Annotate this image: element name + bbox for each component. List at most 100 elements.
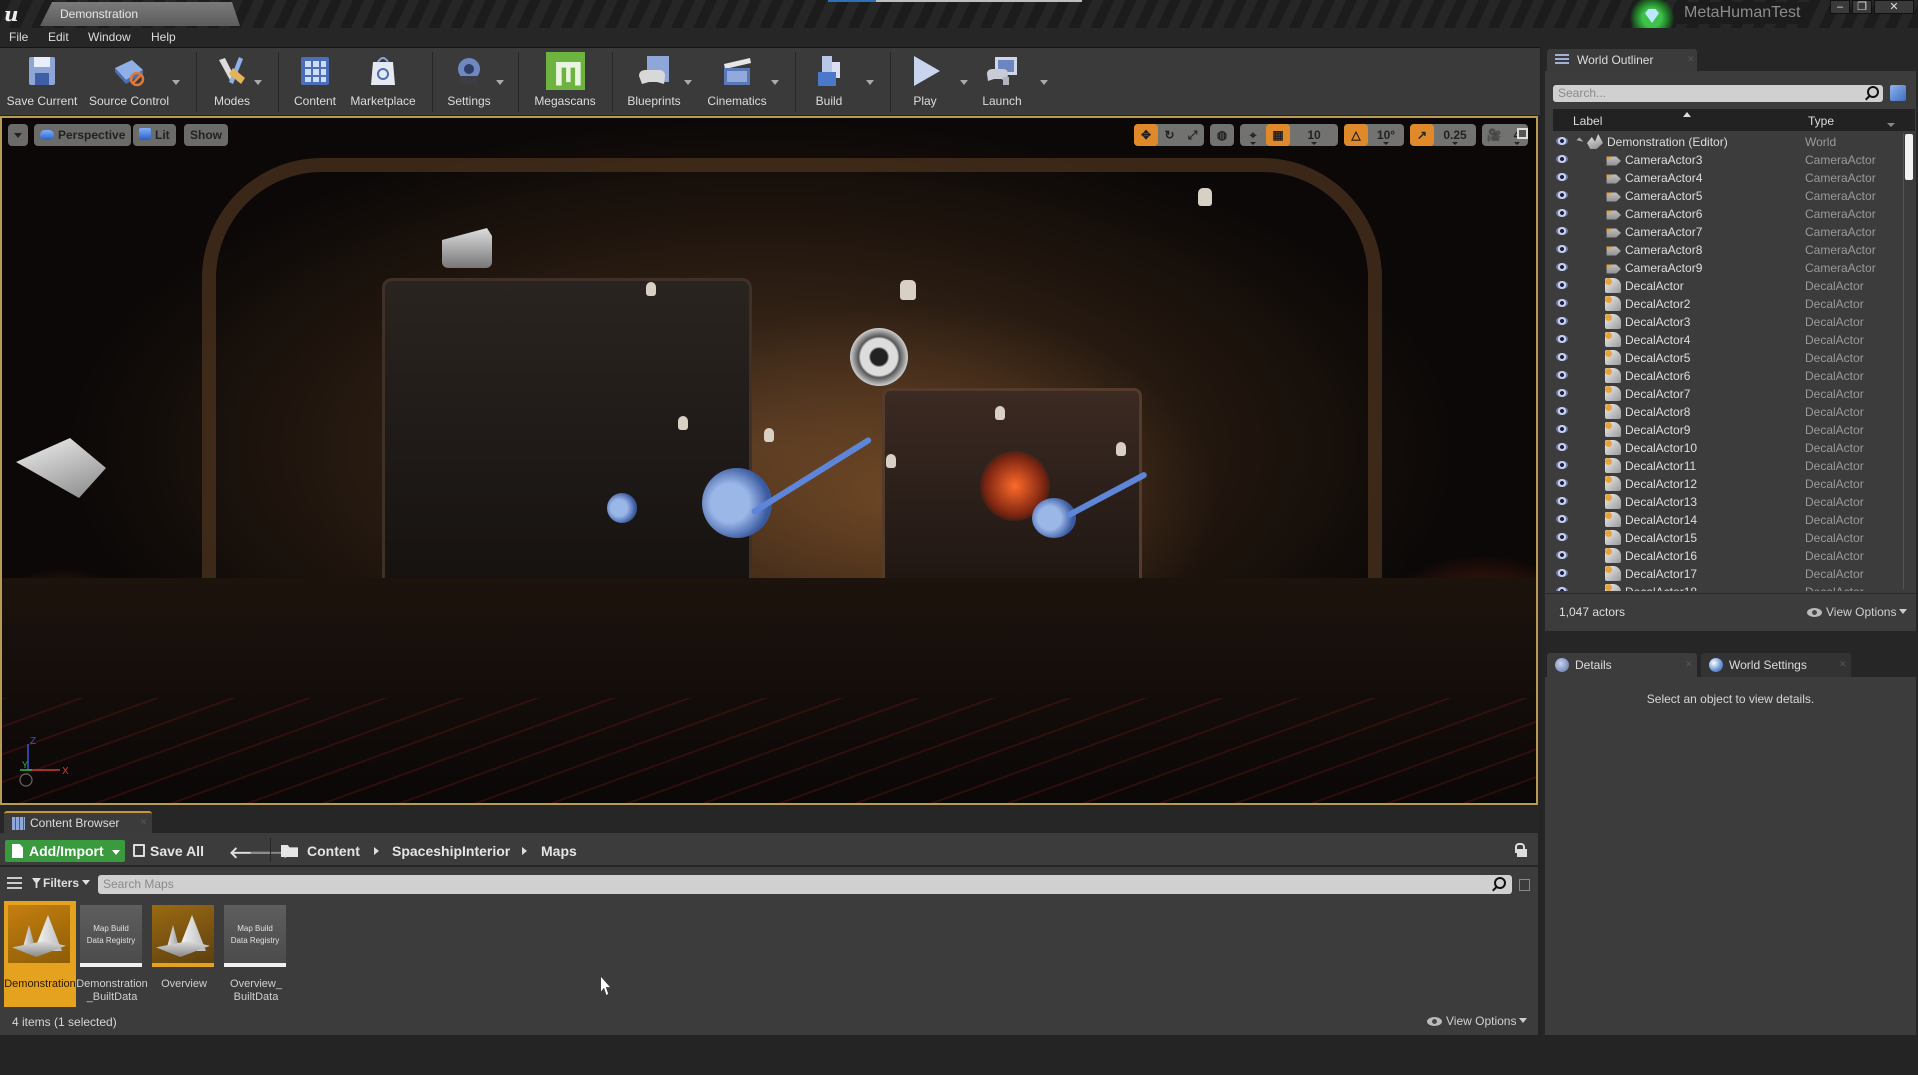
asset-tile[interactable]: Overview	[148, 901, 220, 1007]
menu-help[interactable]: Help	[151, 30, 176, 44]
visibility-eye-icon[interactable]	[1556, 551, 1568, 559]
cinematics-button[interactable]: Cinematics	[704, 52, 770, 112]
outliner-scrollbar[interactable]	[1905, 134, 1913, 180]
filters-button[interactable]: Filters	[32, 876, 91, 890]
spot-light-icon[interactable]	[646, 282, 656, 296]
decal-gizmo-icon[interactable]	[16, 438, 106, 498]
visibility-eye-icon[interactable]	[1556, 479, 1568, 487]
viewport-options-dropdown[interactable]	[8, 124, 28, 146]
point-light-icon[interactable]	[764, 428, 774, 442]
outliner-row[interactable]: DecalActor17 DecalActor	[1553, 565, 1903, 583]
asset-tile[interactable]: Demonstration	[4, 901, 76, 1007]
visibility-eye-icon[interactable]	[1556, 587, 1568, 591]
minimize-button[interactable]: ‒	[1830, 0, 1850, 14]
level-viewport[interactable]: Perspective Lit Show ✥ ↻ ⤢ ◍ ⌖ ▦ 10 △ 10…	[0, 116, 1538, 805]
outliner-row[interactable]: DecalActor DecalActor	[1553, 277, 1903, 295]
play-button[interactable]: Play	[900, 52, 950, 112]
show-button[interactable]: Show	[184, 124, 228, 146]
visibility-eye-icon[interactable]	[1556, 389, 1568, 397]
visibility-eye-icon[interactable]	[1556, 191, 1568, 199]
content-view-options-button[interactable]: View Options	[1427, 1014, 1528, 1028]
outliner-row[interactable]: DecalActor8 DecalActor	[1553, 403, 1903, 421]
outliner-view-options-button[interactable]: View Options	[1807, 605, 1908, 619]
unlock-icon[interactable]	[1515, 843, 1527, 857]
launch-dropdown[interactable]	[1040, 80, 1048, 85]
close-button[interactable]: ✕	[1874, 0, 1914, 14]
visibility-eye-icon[interactable]	[1556, 263, 1568, 271]
source-control-button[interactable]: Source Control	[86, 52, 172, 112]
outliner-row[interactable]: DecalActor11 DecalActor	[1553, 457, 1903, 475]
visibility-eye-icon[interactable]	[1556, 515, 1568, 523]
document-tab[interactable]: Demonstration	[40, 2, 240, 26]
close-tab-icon[interactable]: ✕	[140, 817, 148, 828]
type-column-header[interactable]: Type	[1808, 114, 1834, 128]
outliner-row[interactable]: DecalActor6 DecalActor	[1553, 367, 1903, 385]
outliner-row[interactable]: DecalActor9 DecalActor	[1553, 421, 1903, 439]
add-import-button[interactable]: Add/Import	[5, 840, 125, 862]
surface-snap-icon[interactable]: ⌖	[1240, 124, 1266, 146]
restore-button[interactable]: ❐	[1852, 0, 1872, 14]
outliner-row[interactable]: DecalActor12 DecalActor	[1553, 475, 1903, 493]
scale-mode-icon[interactable]: ⤢	[1181, 124, 1204, 146]
rotation-snap-toggle-icon[interactable]: △	[1344, 124, 1368, 146]
tab-details[interactable]: Details ✕	[1547, 653, 1697, 677]
build-button[interactable]: Build	[806, 52, 852, 112]
close-tab-icon[interactable]: ✕	[1685, 659, 1693, 670]
outliner-row[interactable]: CameraActor7 CameraActor	[1553, 223, 1903, 241]
sources-panel-toggle-icon[interactable]	[7, 877, 22, 890]
outliner-row[interactable]: DecalActor15 DecalActor	[1553, 529, 1903, 547]
marketplace-button[interactable]: Marketplace	[348, 52, 418, 112]
outliner-row[interactable]: CameraActor6 CameraActor	[1553, 205, 1903, 223]
outliner-row[interactable]: DecalActor7 DecalActor	[1553, 385, 1903, 403]
outliner-row[interactable]: DecalActor4 DecalActor	[1553, 331, 1903, 349]
outliner-row[interactable]: CameraActor5 CameraActor	[1553, 187, 1903, 205]
asset-tile[interactable]: Map Build Data Registry Overview_ BuiltDa…	[220, 901, 292, 1007]
rotation-snap-value[interactable]: 10°	[1368, 124, 1404, 146]
outliner-row[interactable]: CameraActor9 CameraActor	[1553, 259, 1903, 277]
outliner-row[interactable]: DecalActor2 DecalActor	[1553, 295, 1903, 313]
close-tab-icon[interactable]: ✕	[1687, 54, 1695, 65]
cinematics-dropdown[interactable]	[771, 80, 779, 85]
visibility-eye-icon[interactable]	[1556, 497, 1568, 505]
visibility-eye-icon[interactable]	[1556, 155, 1568, 163]
settings-button[interactable]: Settings	[440, 52, 498, 112]
breadcrumb-spaceshipinterior[interactable]: SpaceshipInterior	[392, 843, 510, 859]
lit-view-mode-button[interactable]: Lit	[133, 124, 176, 146]
menu-window[interactable]: Window	[88, 30, 131, 44]
visibility-eye-icon[interactable]	[1556, 335, 1568, 343]
column-options-dropdown[interactable]	[1887, 123, 1895, 128]
outliner-row[interactable]: CameraActor8 CameraActor	[1553, 241, 1903, 259]
megascans-button[interactable]: Megascans	[530, 52, 600, 112]
outliner-row[interactable]: DecalActor18 DecalActor	[1553, 583, 1903, 591]
spot-light-icon[interactable]	[1198, 188, 1212, 206]
visibility-eye-icon[interactable]	[1556, 299, 1568, 307]
outliner-row[interactable]: DecalActor16 DecalActor	[1553, 547, 1903, 565]
visibility-eye-icon[interactable]	[1556, 425, 1568, 433]
visibility-eye-icon[interactable]	[1556, 209, 1568, 217]
scale-snap-toggle-icon[interactable]: ↗	[1410, 124, 1434, 146]
reflection-capture-icon[interactable]	[850, 328, 908, 386]
label-column-header[interactable]: Label	[1573, 114, 1602, 128]
visibility-eye-icon[interactable]	[1556, 407, 1568, 415]
outliner-row[interactable]: DecalActor14 DecalActor	[1553, 511, 1903, 529]
visibility-eye-icon[interactable]	[1556, 443, 1568, 451]
launch-button[interactable]: Launch	[976, 52, 1028, 112]
asset-tile[interactable]: Map Build Data Registry Demonstration _Bu…	[76, 901, 148, 1007]
modes-dropdown[interactable]	[254, 80, 262, 85]
world-outliner-tab[interactable]: World Outliner ✕	[1547, 49, 1697, 71]
visibility-eye-icon[interactable]	[1556, 173, 1568, 181]
rotate-mode-icon[interactable]: ↻	[1158, 124, 1181, 146]
breadcrumb-chevron-icon[interactable]	[374, 847, 379, 855]
outliner-search-input[interactable]: Search...	[1553, 85, 1883, 102]
close-tab-icon[interactable]: ✕	[1839, 659, 1847, 670]
content-button[interactable]: Content	[288, 52, 342, 112]
camera-speed-icon[interactable]: 🎥	[1482, 124, 1506, 146]
world-globe-icon[interactable]: ◍	[1210, 124, 1234, 146]
outliner-row[interactable]: Demonstration (Editor) World	[1553, 133, 1903, 151]
blueprints-dropdown[interactable]	[684, 80, 692, 85]
menu-edit[interactable]: Edit	[48, 30, 69, 44]
save-current-button[interactable]: Save Current	[4, 52, 80, 112]
visibility-eye-icon[interactable]	[1556, 245, 1568, 253]
scale-snap-value[interactable]: 0.25	[1434, 124, 1476, 146]
play-dropdown[interactable]	[960, 80, 968, 85]
